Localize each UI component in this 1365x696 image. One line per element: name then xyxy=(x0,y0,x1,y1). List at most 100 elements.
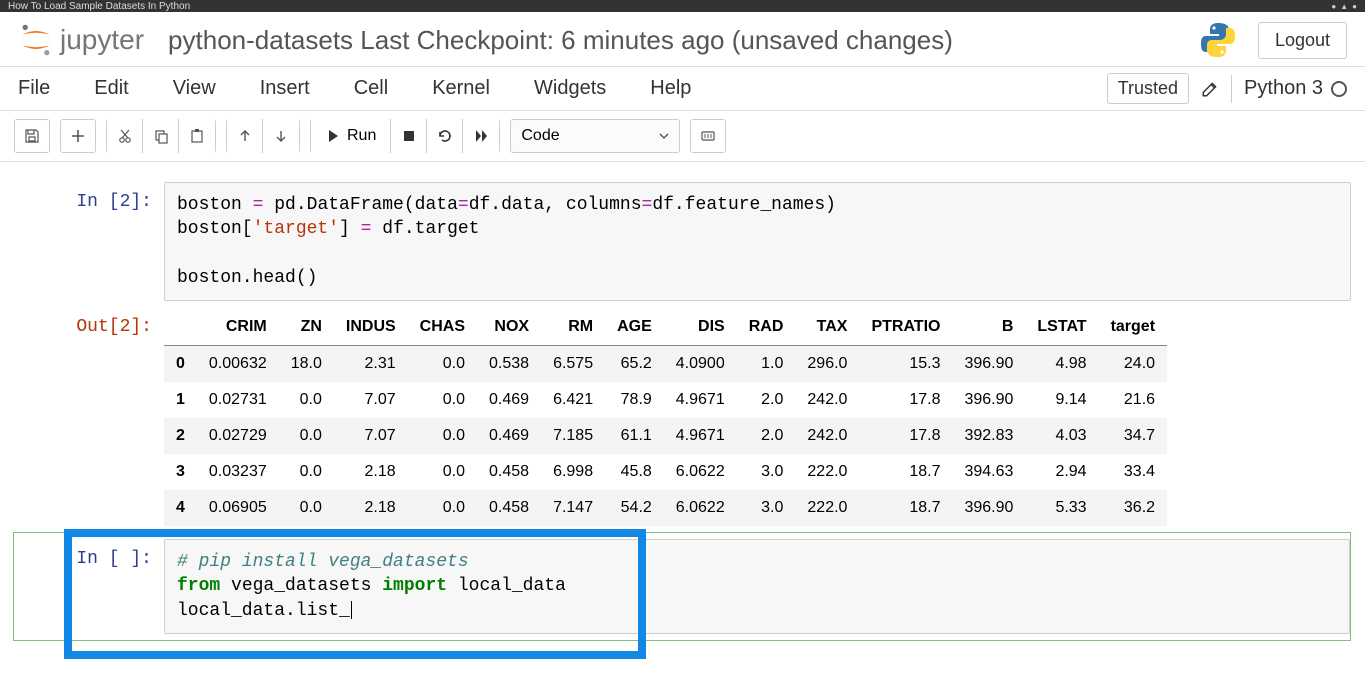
column-header: RAD xyxy=(737,309,796,346)
save-button[interactable] xyxy=(14,119,50,153)
column-header: TAX xyxy=(795,309,859,346)
table-cell: 5.33 xyxy=(1025,490,1098,526)
menu-insert[interactable]: Insert xyxy=(260,77,310,100)
browser-tab-bar: How To Load Sample Datasets In Python ●▲… xyxy=(0,0,1365,12)
table-cell: 0.0 xyxy=(408,454,477,490)
insert-cell-button[interactable] xyxy=(60,119,96,153)
output-prompt: Out[2]: xyxy=(14,307,164,526)
table-cell: 2.94 xyxy=(1025,454,1098,490)
input-prompt: In [2]: xyxy=(14,182,164,301)
table-cell: 0.00632 xyxy=(197,346,279,383)
notebook-title[interactable]: python-datasets Last Checkpoint: 6 minut… xyxy=(168,25,1198,56)
table-cell: 394.63 xyxy=(952,454,1025,490)
table-cell: 0.0 xyxy=(408,346,477,383)
input-prompt: In [ ]: xyxy=(14,539,164,634)
row-index: 2 xyxy=(164,418,197,454)
table-cell: 0.0 xyxy=(408,418,477,454)
column-header: PTRATIO xyxy=(859,309,952,346)
table-cell: 34.7 xyxy=(1099,418,1167,454)
kernel-name-text: Python 3 xyxy=(1244,77,1323,100)
command-palette-button[interactable] xyxy=(690,119,726,153)
table-cell: 0.0 xyxy=(279,418,334,454)
output-cell: Out[2]: CRIMZNINDUSCHASNOXRMAGEDISRADTAX… xyxy=(14,307,1351,526)
column-header: CRIM xyxy=(197,309,279,346)
table-cell: 17.8 xyxy=(859,382,952,418)
column-header: DIS xyxy=(664,309,737,346)
restart-button[interactable] xyxy=(427,119,463,153)
paste-button[interactable] xyxy=(179,119,215,153)
browser-window-controls: ●▲● xyxy=(1327,1,1357,12)
move-up-button[interactable] xyxy=(227,119,263,153)
table-cell: 0.02729 xyxy=(197,418,279,454)
column-header: ZN xyxy=(279,309,334,346)
table-cell: 9.14 xyxy=(1025,382,1098,418)
menu-help[interactable]: Help xyxy=(650,77,691,100)
table-cell: 2.18 xyxy=(334,454,408,490)
table-cell: 24.0 xyxy=(1099,346,1167,383)
cut-button[interactable] xyxy=(107,119,143,153)
table-cell: 3.0 xyxy=(737,454,796,490)
code-cell-active[interactable]: In [ ]: # pip install vega_datasets from… xyxy=(13,532,1351,641)
table-cell: 17.8 xyxy=(859,418,952,454)
menu-edit[interactable]: Edit xyxy=(94,77,128,100)
kernel-indicator[interactable]: Python 3 xyxy=(1244,77,1347,100)
interrupt-button[interactable] xyxy=(391,119,427,153)
run-button[interactable]: Run xyxy=(311,119,391,153)
table-cell: 2.0 xyxy=(737,382,796,418)
edit-group xyxy=(106,119,216,153)
logout-button[interactable]: Logout xyxy=(1258,22,1347,59)
jupyter-logo-text: jupyter xyxy=(60,24,144,56)
code-editor[interactable]: # pip install vega_datasets from vega_da… xyxy=(164,539,1350,634)
jupyter-logo[interactable]: jupyter xyxy=(18,22,144,58)
column-header: NOX xyxy=(477,309,541,346)
copy-button[interactable] xyxy=(143,119,179,153)
restart-run-all-button[interactable] xyxy=(463,119,499,153)
table-cell: 4.03 xyxy=(1025,418,1098,454)
row-index: 3 xyxy=(164,454,197,490)
table-cell: 45.8 xyxy=(605,454,664,490)
table-cell: 4.0900 xyxy=(664,346,737,383)
code-editor[interactable]: boston = pd.DataFrame(data=df.data, colu… xyxy=(164,182,1351,301)
menu-widgets[interactable]: Widgets xyxy=(534,77,606,100)
column-header: CHAS xyxy=(408,309,477,346)
table-cell: 222.0 xyxy=(795,454,859,490)
table-cell: 222.0 xyxy=(795,490,859,526)
column-header: AGE xyxy=(605,309,664,346)
edit-icon[interactable] xyxy=(1201,80,1219,98)
table-row: 00.0063218.02.310.00.5386.57565.24.09001… xyxy=(164,346,1167,383)
menubar: File Edit View Insert Cell Kernel Widget… xyxy=(0,67,1365,111)
table-cell: 7.07 xyxy=(334,382,408,418)
table-cell: 2.18 xyxy=(334,490,408,526)
table-cell: 78.9 xyxy=(605,382,664,418)
table-cell: 0.458 xyxy=(477,454,541,490)
menu-kernel[interactable]: Kernel xyxy=(432,77,490,100)
column-header: B xyxy=(952,309,1025,346)
table-cell: 6.0622 xyxy=(664,490,737,526)
table-cell: 6.575 xyxy=(541,346,605,383)
table-cell: 0.0 xyxy=(408,490,477,526)
table-cell: 4.9671 xyxy=(664,418,737,454)
toolbar: Run Code xyxy=(0,111,1365,162)
cell-type-select[interactable]: Code xyxy=(510,119,680,153)
table-cell: 0.02731 xyxy=(197,382,279,418)
table-cell: 0.0 xyxy=(279,490,334,526)
code-cell[interactable]: In [2]: boston = pd.DataFrame(data=df.da… xyxy=(14,182,1351,301)
run-group: Run xyxy=(310,119,500,153)
menu-cell[interactable]: Cell xyxy=(354,77,388,100)
table-cell: 0.0 xyxy=(408,382,477,418)
table-row: 10.027310.07.070.00.4696.42178.94.96712.… xyxy=(164,382,1167,418)
trusted-badge[interactable]: Trusted xyxy=(1107,73,1189,104)
move-down-button[interactable] xyxy=(263,119,299,153)
chevron-down-icon xyxy=(659,131,669,141)
row-index: 0 xyxy=(164,346,197,383)
table-row: 40.069050.02.180.00.4587.14754.26.06223.… xyxy=(164,490,1167,526)
table-cell: 18.7 xyxy=(859,490,952,526)
table-cell: 33.4 xyxy=(1099,454,1167,490)
table-cell: 242.0 xyxy=(795,418,859,454)
table-cell: 396.90 xyxy=(952,382,1025,418)
table-cell: 0.469 xyxy=(477,418,541,454)
menu-file[interactable]: File xyxy=(18,77,50,100)
menu-view[interactable]: View xyxy=(173,77,216,100)
row-index: 1 xyxy=(164,382,197,418)
column-header: LSTAT xyxy=(1025,309,1098,346)
